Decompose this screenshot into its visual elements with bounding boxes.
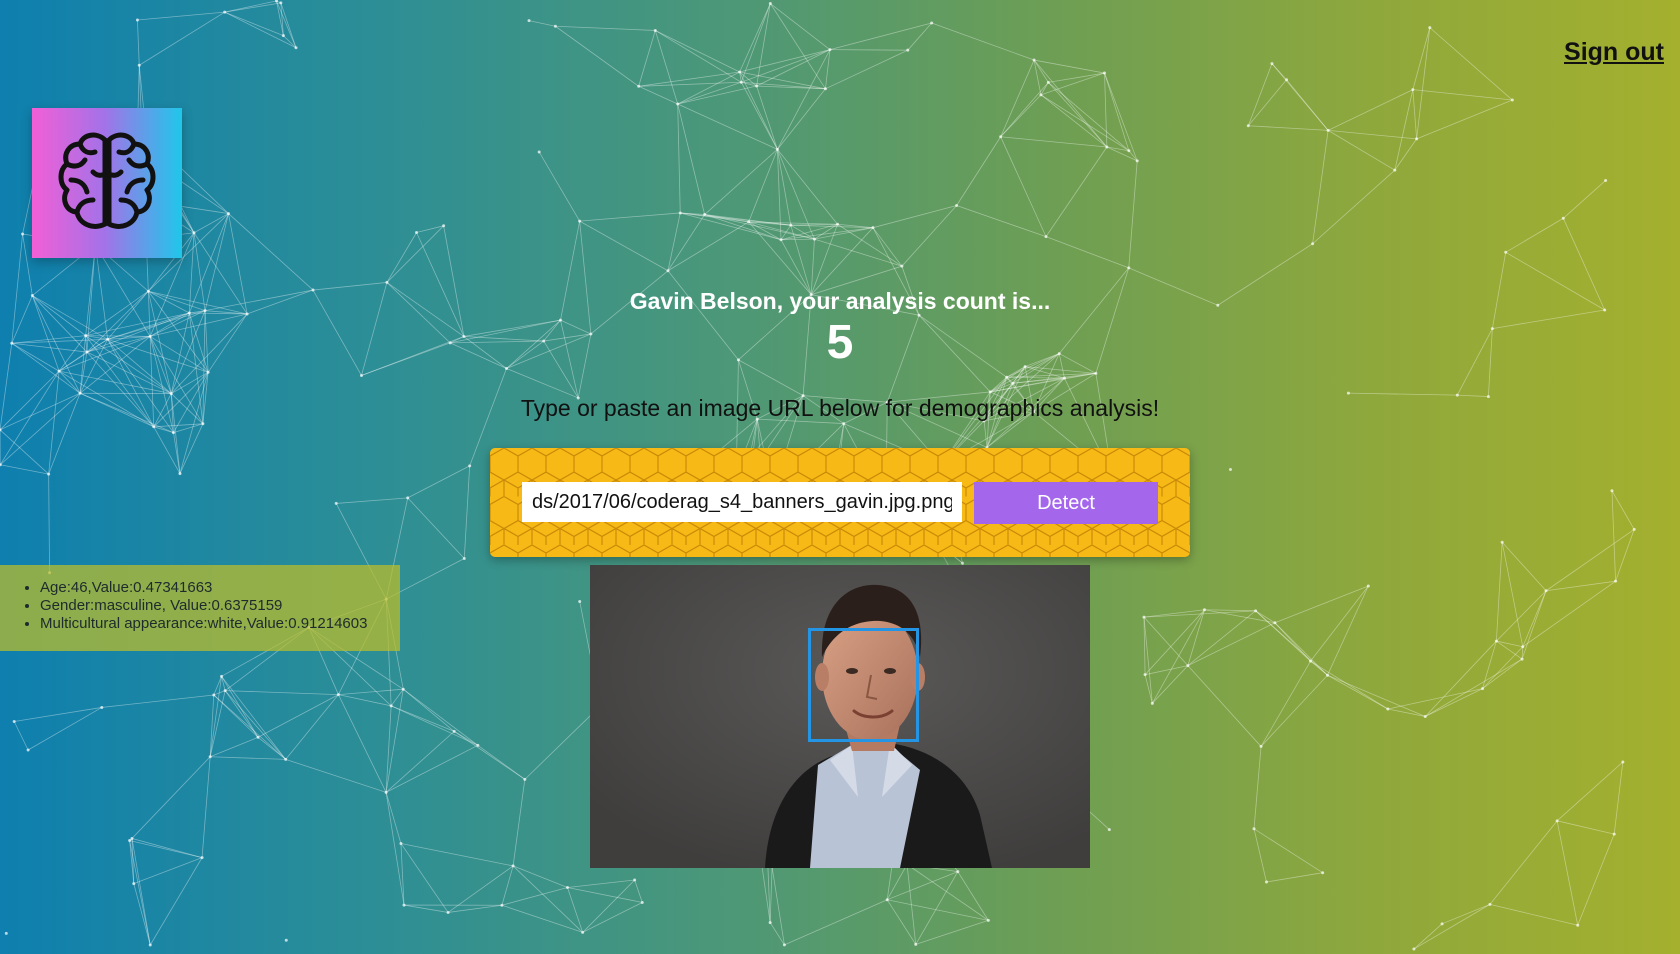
welcome-message: Gavin Belson, your analysis count is... (629, 288, 1051, 314)
demographics-results: Age:46,Value:0.47341663 Gender:masculine… (0, 565, 400, 651)
instruction-text: Type or paste an image URL below for dem… (520, 395, 1160, 421)
result-age: Age:46,Value:0.47341663 (40, 579, 400, 597)
brain-icon (58, 132, 156, 229)
logo (32, 108, 182, 258)
result-gender: Gender:masculine, Value:0.6375159 (40, 597, 400, 615)
analyzed-photo (590, 565, 1090, 868)
result-multicultural: Multicultural appearance:white,Value:0.9… (40, 615, 400, 633)
face-bounding-box (808, 628, 919, 742)
image-url-input[interactable] (522, 482, 962, 522)
detect-button[interactable]: Detect (974, 482, 1158, 524)
url-form-panel: Detect (490, 448, 1190, 557)
results-list: Age:46,Value:0.47341663 Gender:masculine… (0, 579, 400, 633)
analysis-count: 5 (826, 316, 854, 369)
sign-out-link[interactable]: Sign out (1564, 38, 1664, 67)
